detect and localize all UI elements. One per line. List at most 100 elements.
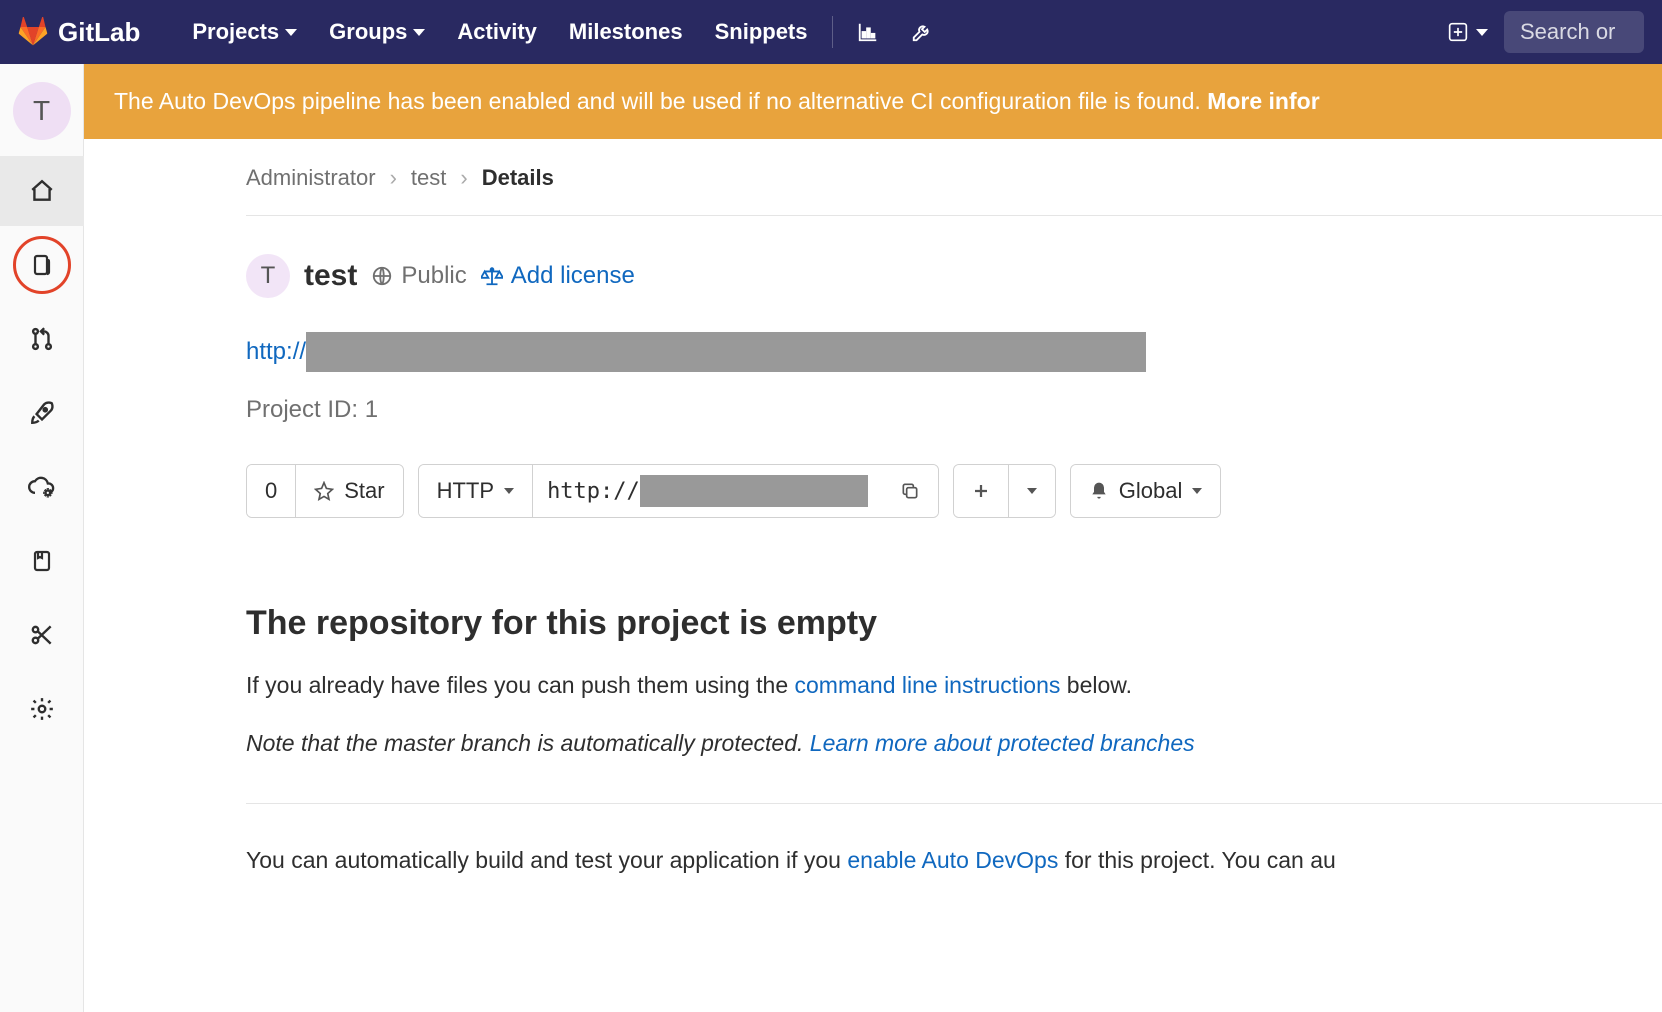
project-avatar-small: T <box>246 254 290 298</box>
clone-url-input[interactable]: http:// <box>533 465 882 517</box>
nav-milestones[interactable]: Milestones <box>553 9 699 55</box>
breadcrumb-separator: › <box>460 165 467 191</box>
project-id: Project ID: 1 <box>246 396 1662 424</box>
breadcrumb-current: Details <box>482 165 554 191</box>
autodevops-banner: The Auto DevOps pipeline has been enable… <box>84 64 1662 139</box>
nav-admin-button[interactable] <box>895 11 949 53</box>
enable-autodevops-link[interactable]: enable Auto DevOps <box>847 847 1058 873</box>
notification-dropdown[interactable]: Global <box>1070 464 1222 518</box>
nav-plus-dropdown[interactable] <box>1432 12 1504 52</box>
sidebar-merge-requests[interactable] <box>0 304 84 374</box>
add-button[interactable] <box>954 465 1009 517</box>
autodevops-text: You can automatically build and test you… <box>246 844 1662 876</box>
sidebar-settings[interactable] <box>0 674 84 744</box>
bell-icon <box>1089 481 1109 501</box>
gear-icon <box>29 696 55 722</box>
search-input[interactable]: Search or <box>1504 11 1644 53</box>
copy-icon <box>900 481 920 501</box>
chevron-down-icon <box>285 29 297 36</box>
merge-request-icon <box>29 326 55 352</box>
sidebar-wiki[interactable] <box>0 526 84 596</box>
visibility-label: Public <box>401 262 466 290</box>
star-count: 0 <box>247 465 296 517</box>
left-sidebar: T <box>0 64 84 1012</box>
home-icon <box>29 178 55 204</box>
gitlab-icon <box>18 17 48 47</box>
note-prefix: Note that the master branch is automatic… <box>246 730 810 756</box>
chevron-down-icon <box>504 488 514 494</box>
globe-icon <box>371 265 393 287</box>
gitlab-logo[interactable]: GitLab <box>18 17 140 48</box>
chart-icon <box>857 21 879 43</box>
top-navbar: GitLab Projects Groups Activity Mileston… <box>0 0 1662 64</box>
banner-link[interactable]: More infor <box>1207 88 1319 114</box>
section-divider <box>246 803 1662 804</box>
nav-groups-label: Groups <box>329 19 407 45</box>
protected-branches-link[interactable]: Learn more about protected branches <box>810 730 1195 756</box>
chevron-down-icon <box>1192 488 1202 494</box>
redacted-clone-url <box>640 475 868 507</box>
clone-group: HTTP http:// <box>418 464 939 518</box>
book-icon <box>30 548 54 574</box>
project-header: T test Public Add license <box>246 254 1662 298</box>
breadcrumb-separator: › <box>390 165 397 191</box>
star-button-group: 0 Star <box>246 464 404 518</box>
scale-icon <box>481 265 503 287</box>
add-license-label: Add license <box>511 262 635 290</box>
breadcrumb-item[interactable]: Administrator <box>246 165 376 191</box>
chevron-down-icon <box>1027 488 1037 494</box>
project-visibility: Public <box>371 262 466 290</box>
repository-icon <box>30 252 54 278</box>
cloud-gear-icon <box>28 473 56 501</box>
nav-groups[interactable]: Groups <box>313 9 441 55</box>
plus-icon <box>972 482 990 500</box>
nav-projects[interactable]: Projects <box>176 9 313 55</box>
nav-snippets[interactable]: Snippets <box>699 9 824 55</box>
gitlab-brand-text: GitLab <box>58 17 140 48</box>
nav-activity[interactable]: Activity <box>441 9 552 55</box>
cli-instructions-link[interactable]: command line instructions <box>795 672 1061 698</box>
sidebar-cicd[interactable] <box>0 378 84 448</box>
copy-url-button[interactable] <box>882 465 938 517</box>
nav-activity-label: Activity <box>457 19 536 45</box>
nav-analytics-button[interactable] <box>841 11 895 53</box>
auto-suffix: for this project. You can au <box>1058 847 1335 873</box>
project-avatar[interactable]: T <box>13 82 71 140</box>
rocket-icon <box>29 400 55 426</box>
wrench-icon <box>911 21 933 43</box>
notification-label: Global <box>1119 478 1183 504</box>
main-content: The Auto DevOps pipeline has been enable… <box>84 64 1662 1012</box>
chevron-down-icon <box>413 29 425 36</box>
breadcrumb: Administrator › test › Details <box>246 165 1662 216</box>
banner-text: The Auto DevOps pipeline has been enable… <box>114 88 1207 114</box>
push-prefix: If you already have files you can push t… <box>246 672 795 698</box>
auto-prefix: You can automatically build and test you… <box>246 847 847 873</box>
sidebar-operations[interactable] <box>0 452 84 522</box>
project-name: test <box>304 259 357 293</box>
empty-repo-title: The repository for this project is empty <box>246 604 1662 643</box>
project-url-display: http:// <box>246 332 1662 372</box>
push-instructions-text: If you already have files you can push t… <box>246 669 1662 701</box>
sidebar-repository[interactable] <box>0 230 84 300</box>
protocol-dropdown[interactable]: HTTP <box>419 465 533 517</box>
add-license-link[interactable]: Add license <box>481 262 635 290</box>
project-url-link[interactable]: http:// <box>246 338 306 366</box>
scissors-icon <box>29 622 55 648</box>
breadcrumb-item[interactable]: test <box>411 165 446 191</box>
navbar-divider <box>832 16 833 48</box>
protected-branch-note: Note that the master branch is automatic… <box>246 727 1662 759</box>
add-dropdown-toggle[interactable] <box>1009 465 1055 517</box>
redacted-url <box>306 332 1146 372</box>
add-dropdown-group <box>953 464 1056 518</box>
star-label: Star <box>344 478 384 504</box>
push-suffix: below. <box>1060 672 1132 698</box>
clone-url-prefix: http:// <box>547 479 640 504</box>
action-button-row: 0 Star HTTP http:// <box>246 464 1662 518</box>
sidebar-project-home[interactable] <box>0 156 84 226</box>
nav-snippets-label: Snippets <box>715 19 808 45</box>
star-icon <box>314 481 334 501</box>
star-button[interactable]: Star <box>296 465 402 517</box>
nav-projects-label: Projects <box>192 19 279 45</box>
sidebar-snippets[interactable] <box>0 600 84 670</box>
plus-square-icon <box>1448 22 1468 42</box>
